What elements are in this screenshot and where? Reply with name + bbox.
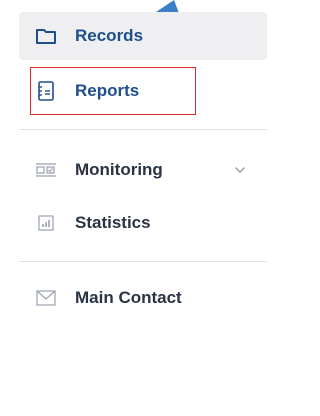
- sidebar-item-statistics[interactable]: Statistics: [19, 199, 267, 247]
- divider: [19, 129, 267, 130]
- sidebar-nav: Records Reports Monitoring Statistics Ma…: [0, 0, 285, 416]
- folder-icon: [36, 26, 56, 46]
- sidebar-item-label: Records: [75, 26, 144, 45]
- sidebar-item-label: Reports: [75, 81, 140, 100]
- sidebar-item-reports[interactable]: Reports: [19, 67, 267, 115]
- sidebar-item-label: Main Contact: [75, 288, 182, 307]
- bar-chart-icon: [36, 213, 56, 233]
- sidebar-item-label: Statistics: [75, 213, 151, 232]
- divider: [19, 261, 267, 262]
- sidebar-item-main-contact[interactable]: Main Contact: [19, 274, 267, 322]
- sidebar-item-label: Monitoring: [75, 160, 163, 179]
- chevron-down-icon[interactable]: [235, 146, 245, 194]
- sidebar-item-monitoring[interactable]: Monitoring: [19, 146, 267, 194]
- envelope-icon: [36, 288, 56, 308]
- sidebar-item-records[interactable]: Records: [19, 12, 267, 60]
- monitoring-icon: [36, 160, 56, 180]
- report-list-icon: [36, 81, 56, 101]
